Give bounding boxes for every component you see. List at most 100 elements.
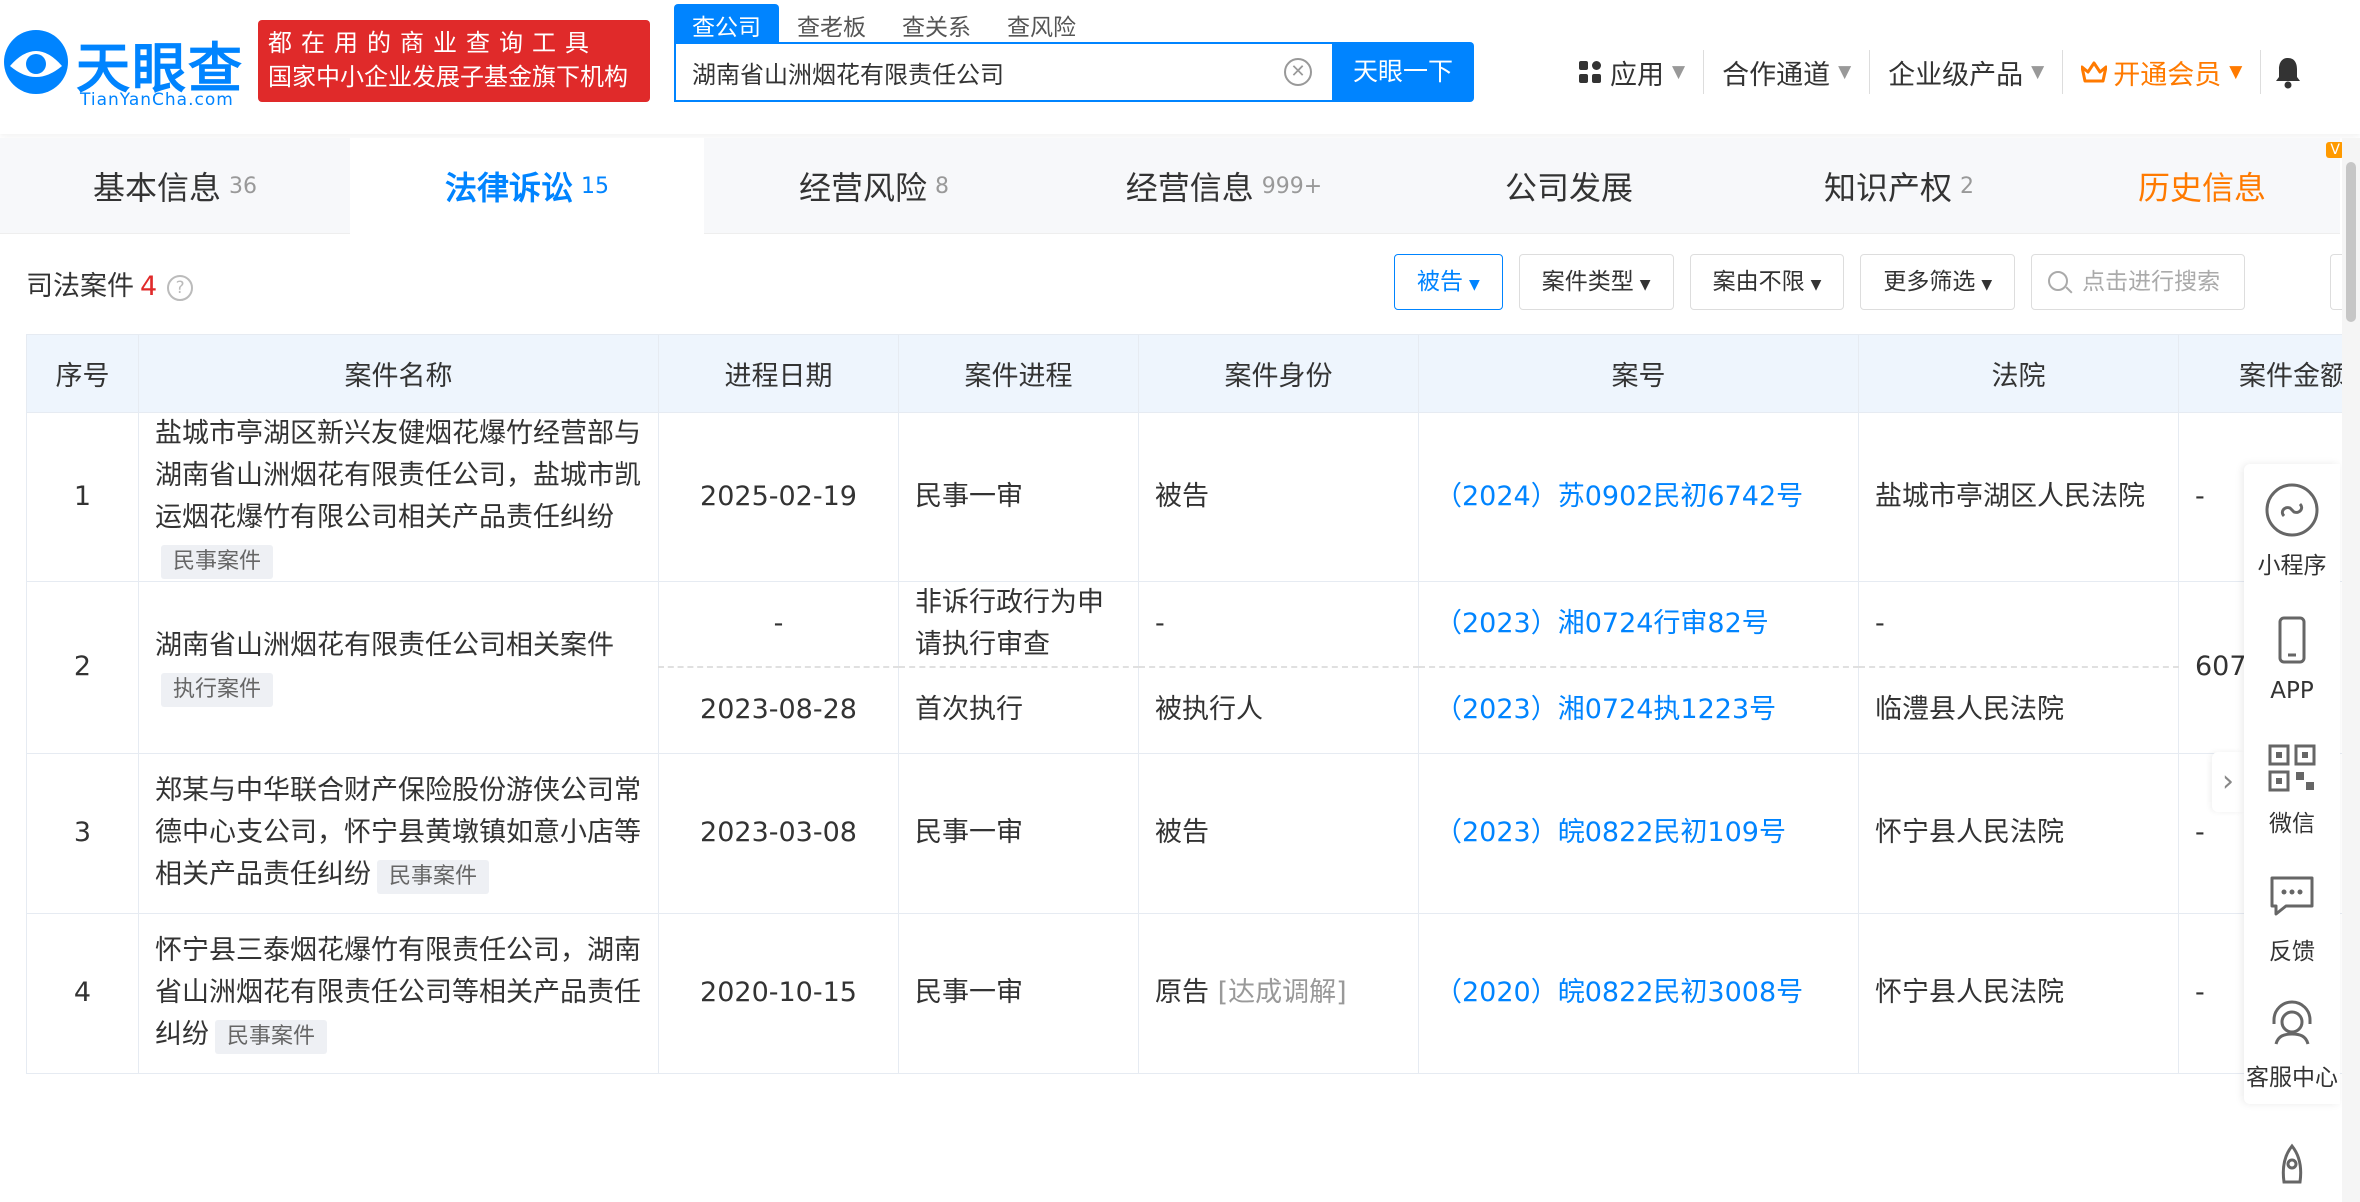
vip-label: 开通会员 [2113,59,2222,91]
search-input[interactable] [676,44,1236,100]
enterprise-menu[interactable]: 企业级产品 ▼ [1870,50,2064,94]
chevron-down-icon: ▼ [1672,62,1686,82]
tab-development[interactable]: 公司发展 [1404,138,1734,234]
case-number-link[interactable]: （2023）湘0724行审82号 [1418,581,1859,668]
filter-bar: 被告 ▼ 案件类型 ▼ 案由不限 ▼ 更多筛选 ▼ 点击进行搜索 [1394,254,2246,310]
tab-label: 知识产权 [1823,169,1952,207]
col-header-role: 案件身份 [1138,334,1419,413]
miniprogram-button[interactable]: 小程序 [2244,482,2340,580]
cell-court: 盐城市亭湖区人民法院 [1858,412,2179,582]
search-tab-risk[interactable]: 查风险 [989,4,1094,42]
col-header-amount: 案件金额 [2178,334,2348,413]
cell-court: 怀宁县人民法院 [1858,752,2179,914]
slogan-line-2: 国家中小企业发展子基金旗下机构 [268,63,628,91]
cell-progress: 民事一审 [898,752,1139,914]
cell-court: 怀宁县人民法院 [1858,912,2179,1074]
chevron-down-icon: ▼ [1838,62,1852,82]
feedback-button[interactable]: 反馈 [2244,868,2340,966]
filter-label: 案由不限 [1712,269,1805,295]
chevron-down-icon: ▼ [2229,62,2243,82]
case-table: 序号 案件名称 进程日期 案件进程 案件身份 案号 法院 案件金额 1 盐城市亭… [26,334,2348,1074]
table-row: 4 怀宁县三泰烟花爆竹有限责任公司，湖南省山洲烟花有限责任公司等相关产品责任纠纷… [26,912,2348,1074]
cell-court: 临澧县人民法院 [1858,666,2179,754]
filter-cause[interactable]: 案由不限 ▼ [1689,254,1845,310]
miniprogram-label: 小程序 [2257,553,2327,579]
filter-case-type[interactable]: 案件类型 ▼ [1518,254,1674,310]
case-number-link[interactable]: （2023）湘0724执1223号 [1418,666,1859,754]
search-box: ✕ [674,42,1332,102]
collapse-toolbar-button[interactable]: › [2212,752,2244,812]
rocket-icon [2281,1143,2303,1184]
miniprogram-icon [2265,483,2319,537]
filter-label: 更多筛选 [1883,269,1976,295]
section-title-text: 司法案件 [26,271,134,302]
case-number-link[interactable]: （2023）皖0822民初109号 [1418,752,1859,914]
app-button[interactable]: APP [2244,614,2340,704]
case-name-text: 盐城市亭湖区新兴友健烟花爆竹经营部与湖南省山洲烟花有限责任公司，盐城市凯运烟花爆… [155,418,641,533]
page-scrollbar[interactable] [2342,138,2360,1202]
chevron-down-icon: ▼ [1810,277,1822,293]
filter-more[interactable]: 更多筛选 ▼ [1860,254,2016,310]
service-label: 客服中心 [2246,1065,2338,1091]
headset-icon [2272,1000,2312,1045]
col-header-name: 案件名称 [138,334,659,413]
service-button[interactable]: 客服中心 [2244,994,2340,1092]
tab-business-info[interactable]: 经营信息 999+ [1044,138,1404,234]
slogan-banner[interactable]: 都在用的商业查询工具 国家中小企业发展子基金旗下机构 [258,20,650,102]
col-header-no: 序号 [26,334,139,413]
scrollbar-thumb[interactable] [2346,162,2356,322]
cell-case-name[interactable]: 湖南省山洲烟花有限责任公司相关案件 执行案件 [138,581,659,754]
search-tab-relation[interactable]: 查关系 [884,4,989,42]
crown-icon [2081,61,2108,83]
cell-role: 被告 [1138,752,1419,914]
search-tab-boss[interactable]: 查老板 [779,4,884,42]
tab-business-risk[interactable]: 经营风险 8 [704,138,1044,234]
cell-case-name[interactable]: 盐城市亭湖区新兴友健烟花爆竹经营部与湖南省山洲烟花有限责任公司，盐城市凯运烟花爆… [138,412,659,582]
table-row: 3 郑某与中华联合财产保险股份游侠公司常德中心支公司，怀宁县黄墩镇如意小店等相关… [26,752,2348,914]
case-type-tag: 民事案件 [215,1020,328,1054]
case-name-text: 湖南省山洲烟花有限责任公司相关案件 [155,630,614,662]
cell-progress: 民事一审 [898,912,1139,1074]
cell-case-name[interactable]: 怀宁县三泰烟花爆竹有限责任公司，湖南省山洲烟花有限责任公司等相关产品责任纠纷 民事… [138,912,659,1074]
back-to-top-button[interactable] [2244,1138,2340,1202]
table-row: 1 盐城市亭湖区新兴友健烟花爆竹经营部与湖南省山洲烟花有限责任公司，盐城市凯运烟… [26,412,2348,582]
app-label: APP [2270,678,2314,704]
cell-progress: 首次执行 [898,666,1139,754]
apps-menu[interactable]: 应用 ▼ [1560,50,1705,94]
search-type-tabs: 查公司 查老板 查关系 查风险 [674,4,1094,42]
cell-no: 4 [26,912,139,1074]
qrcode-icon [2268,744,2316,792]
role-text: 原告 [1155,977,1209,1008]
table-row: 2 湖南省山洲烟花有限责任公司相关案件 执行案件 - 非诉行政行为申请执行审查 -… [26,581,2348,754]
tab-history[interactable]: 历史信息 V [2064,138,2344,234]
case-search-input[interactable]: 点击进行搜索 [2031,254,2246,310]
cell-case-name[interactable]: 郑某与中华联合财产保险股份游侠公司常德中心支公司，怀宁县黄墩镇如意小店等相关产品… [138,752,659,914]
vip-menu[interactable]: 开通会员 ▼ [2063,50,2262,94]
tab-ip[interactable]: 知识产权 2 [1734,138,2064,234]
wechat-button[interactable]: 微信 [2244,740,2340,838]
apps-grid-icon [1579,61,1601,83]
col-header-date: 进程日期 [658,334,899,413]
case-number-link[interactable]: （2024）苏0902民初6742号 [1418,412,1859,582]
tab-basic-info[interactable]: 基本信息 36 [0,138,350,234]
filter-role[interactable]: 被告 ▼ [1394,254,1503,310]
section-title: 司法案件 4? [26,264,194,303]
search-tab-company[interactable]: 查公司 [674,4,779,42]
logo[interactable]: 天眼查 TianYanCha.com [0,18,245,110]
apps-label: 应用 [1610,59,1664,91]
search-icon [2048,271,2069,291]
bell-icon[interactable] [2273,55,2303,89]
clear-icon[interactable]: ✕ [1284,58,1312,86]
case-number-link[interactable]: （2020）皖0822民初3008号 [1418,912,1859,1074]
cell-role: 被告 [1138,412,1419,582]
case-type-tag: 民事案件 [161,545,274,579]
chevron-down-icon: ▼ [1639,277,1651,293]
help-icon[interactable]: ? [167,274,194,301]
tab-count: 36 [229,173,257,199]
cell-date: - [658,581,899,668]
tab-litigation[interactable]: 法律诉讼 15 [350,138,704,234]
top-nav: 应用 ▼ 合作通道 ▼ 企业级产品 ▼ 开通会员 ▼ [1560,50,2303,94]
partner-menu[interactable]: 合作通道 ▼ [1704,50,1871,94]
cell-no: 1 [26,412,139,582]
search-button[interactable]: 天眼一下 [1332,42,1474,102]
